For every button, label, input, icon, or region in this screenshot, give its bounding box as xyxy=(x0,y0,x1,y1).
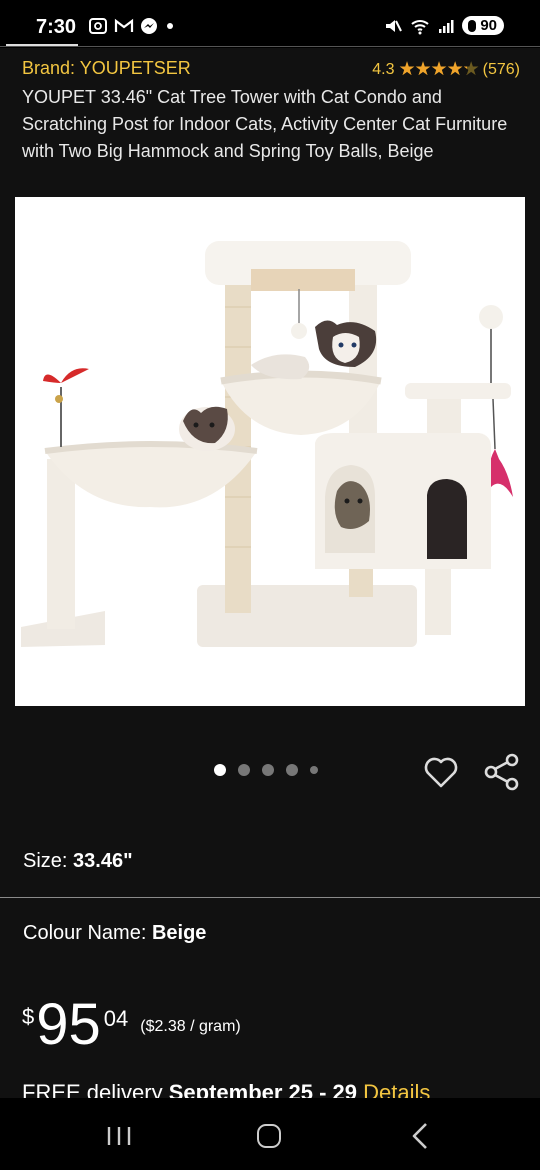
size-value: 33.46" xyxy=(73,850,133,872)
screenshot-icon xyxy=(89,18,107,34)
product-image[interactable] xyxy=(15,197,525,706)
heart-icon[interactable] xyxy=(422,754,460,790)
colour-label: Colour Name: xyxy=(23,922,147,944)
options-divider xyxy=(0,897,540,898)
rating-stars: ★★★★★★★★★★ xyxy=(398,59,479,80)
carousel-dot[interactable] xyxy=(262,764,274,776)
price-fraction: 04 xyxy=(103,1006,129,1031)
signal-icon xyxy=(439,19,454,33)
dot-icon xyxy=(167,23,173,29)
gmail-icon xyxy=(114,18,134,32)
price-whole: 95 xyxy=(36,992,101,1057)
carousel-dot[interactable] xyxy=(286,764,298,776)
back-icon[interactable] xyxy=(410,1122,430,1150)
carousel-dot[interactable] xyxy=(238,764,250,776)
cat-tree-illustration xyxy=(21,241,513,647)
system-icons: 90 xyxy=(384,16,504,35)
mute-icon xyxy=(386,19,403,32)
product-title: YOUPET 33.46" Cat Tree Tower with Cat Co… xyxy=(22,87,508,161)
size-label: Size: xyxy=(23,850,68,872)
size-selector[interactable]: Size: 33.46" xyxy=(23,850,133,873)
top-divider xyxy=(0,46,540,47)
rating-count: (576) xyxy=(482,60,520,78)
battery-indicator: 90 xyxy=(462,16,504,35)
carousel-dot[interactable] xyxy=(214,764,226,776)
recents-icon[interactable] xyxy=(106,1126,132,1146)
status-time: 7:30 xyxy=(36,16,77,38)
wifi-icon xyxy=(411,19,429,34)
notification-icons xyxy=(88,17,176,35)
colour-selector[interactable]: Colour Name: Beige xyxy=(23,922,206,945)
carousel-indicator[interactable] xyxy=(214,764,318,776)
unit-price: ($2.38 / gram) xyxy=(140,1018,241,1035)
home-icon[interactable] xyxy=(257,1124,281,1148)
price-block: $ 95 04 ($2.38 / gram) xyxy=(22,994,241,1056)
status-bar: 7:30 90 xyxy=(0,0,540,48)
rating-summary[interactable]: 4.3 ★★★★★★★★★★ (576) xyxy=(372,58,520,81)
messenger-icon xyxy=(141,18,157,34)
share-icon[interactable] xyxy=(482,752,522,792)
rating-value: 4.3 xyxy=(372,60,395,78)
brand-link[interactable]: Brand: YOUPETSER xyxy=(22,58,191,79)
carousel-dot[interactable] xyxy=(310,766,318,774)
colour-value: Beige xyxy=(151,922,207,944)
rating-stars-fill: ★★★★★ xyxy=(398,59,467,80)
price-currency: $ xyxy=(22,1004,35,1029)
